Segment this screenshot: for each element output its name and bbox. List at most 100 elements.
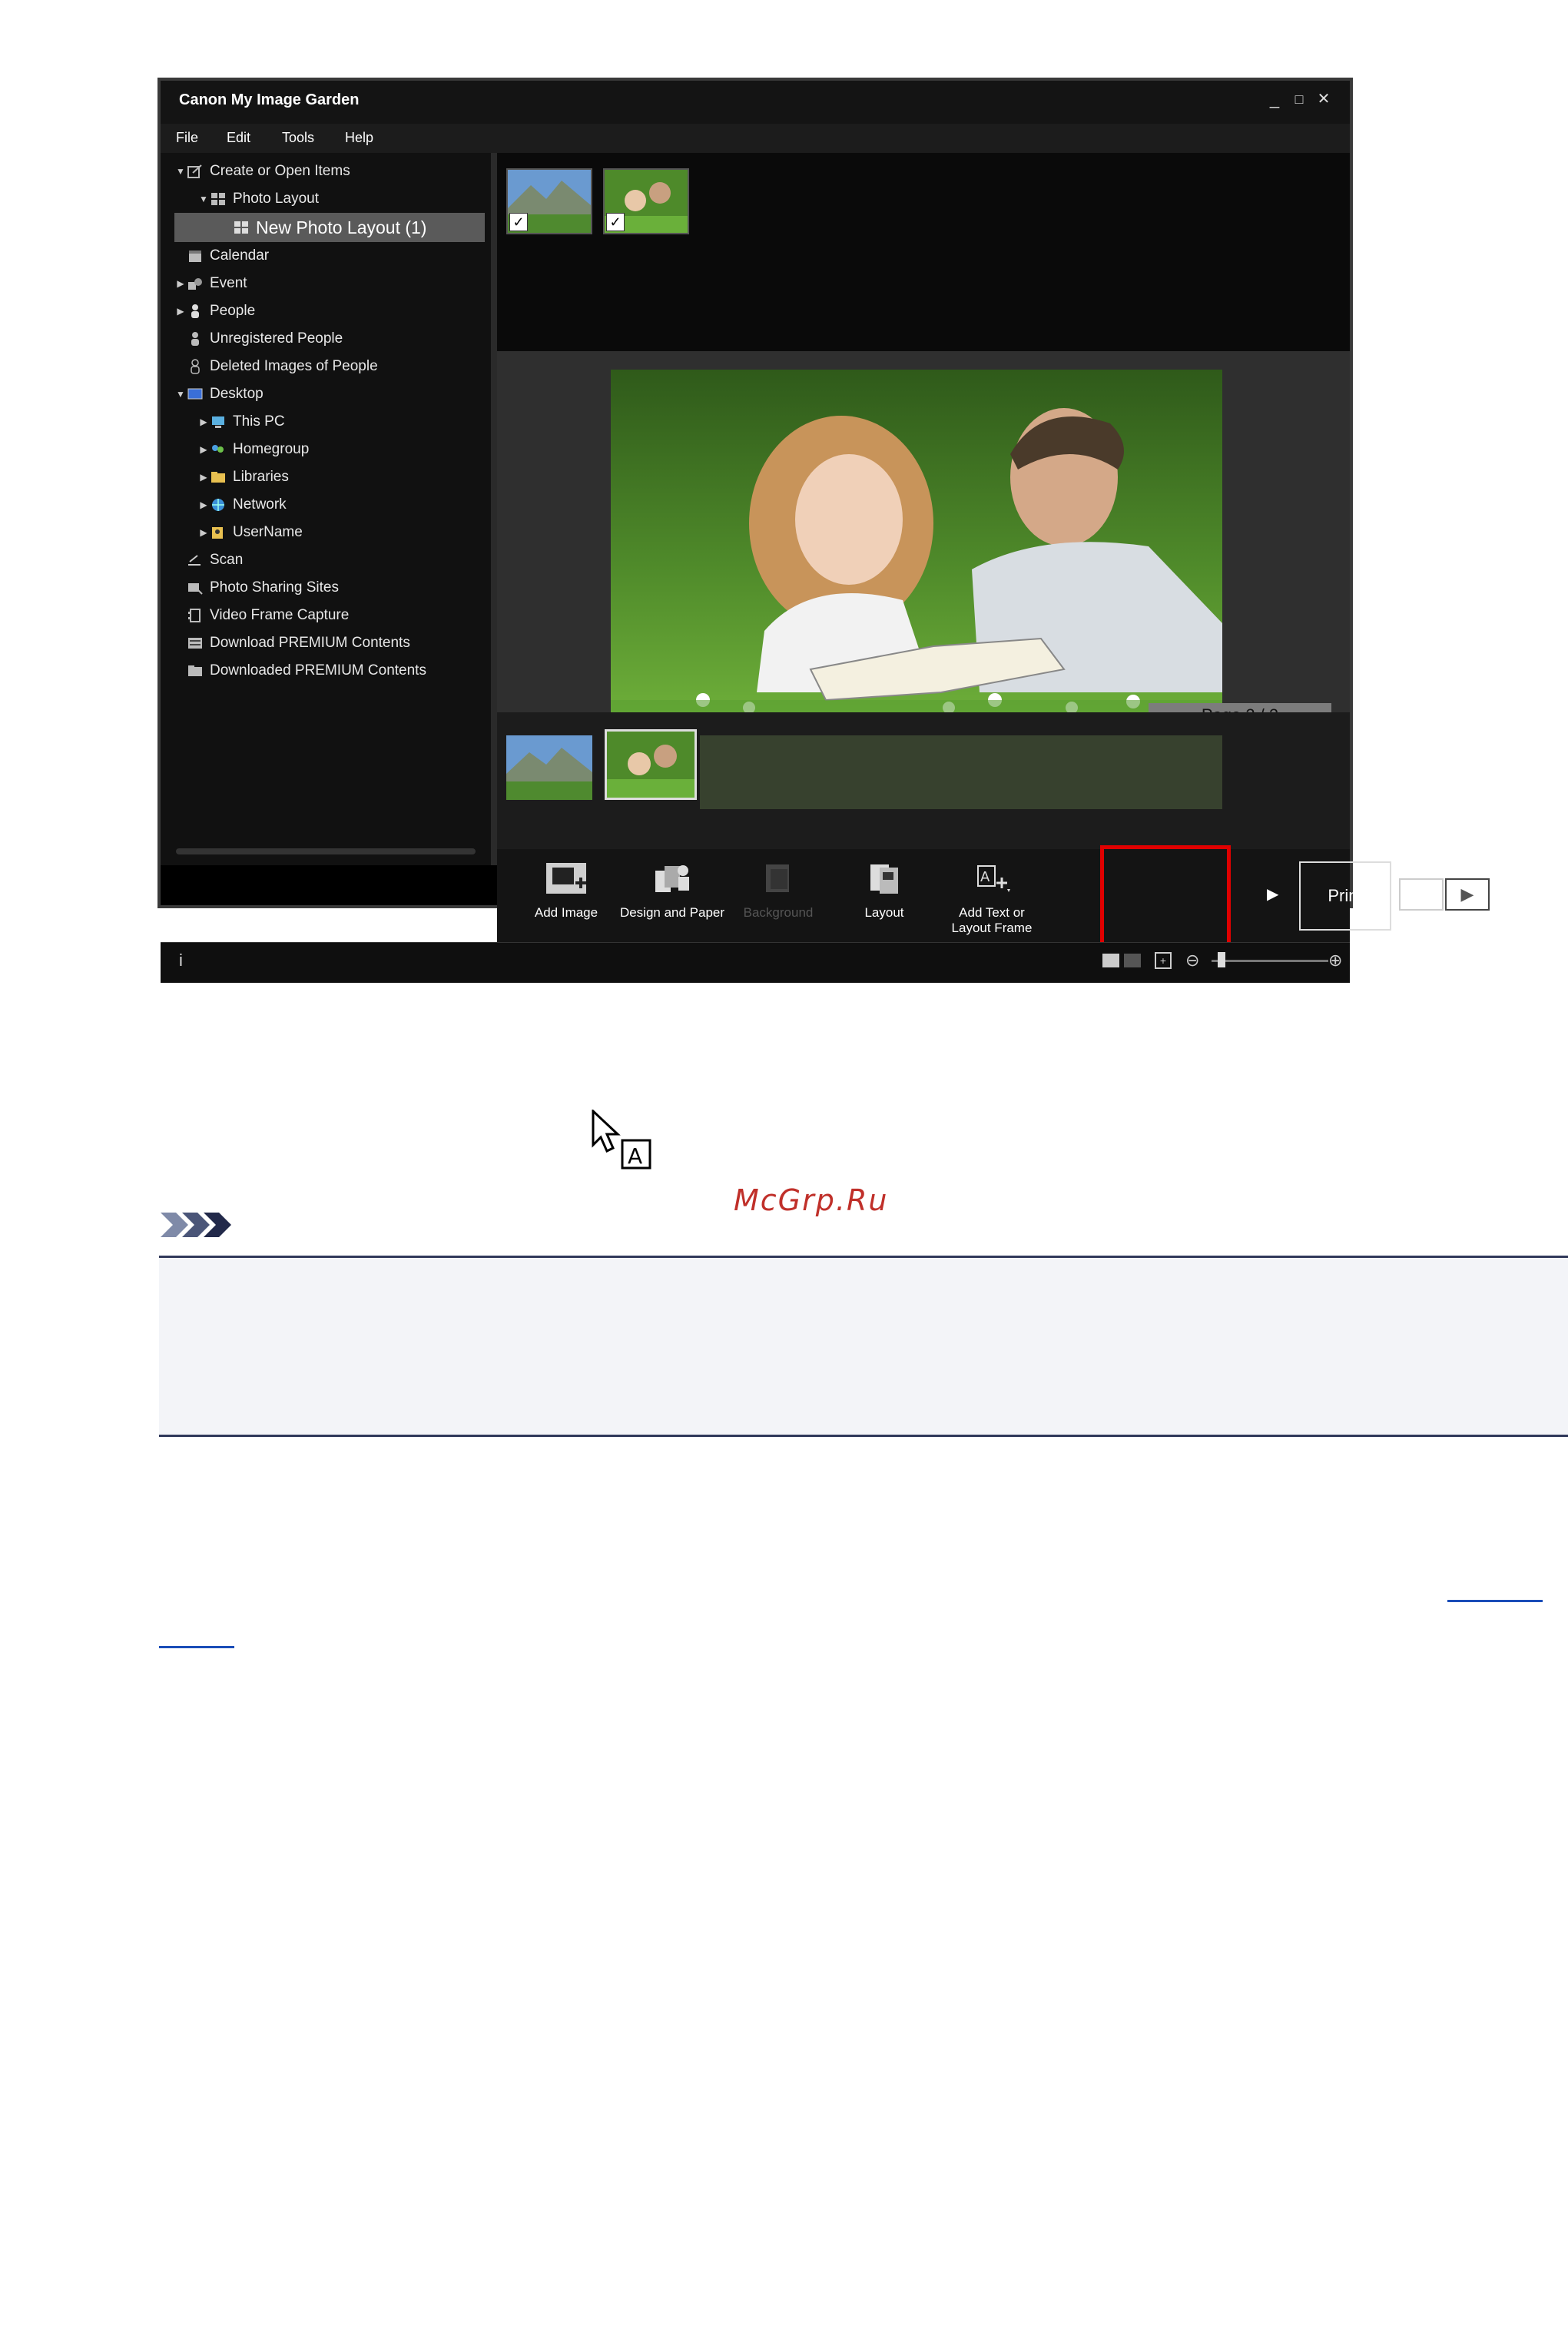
arrow-right-icon: ▶ xyxy=(1460,884,1474,904)
sharing-icon xyxy=(188,583,203,595)
title-bar: Canon My Image Garden _ □ ✕ xyxy=(161,81,1350,124)
flower-background-strip xyxy=(700,735,1222,809)
sidebar-item-scan[interactable]: Scan xyxy=(174,546,491,574)
fit-view-icon[interactable]: + xyxy=(1155,952,1172,969)
desktop-icon xyxy=(187,388,203,400)
layout-label: Layout xyxy=(864,905,904,920)
sidebar-item-label: Calendar xyxy=(210,247,270,264)
thumbnail-page-2[interactable]: ✓ xyxy=(603,168,689,234)
thumbnail-page-1[interactable]: ✓ xyxy=(506,168,592,234)
person-outline-icon xyxy=(191,359,200,374)
sidebar-item-video-frame-capture[interactable]: Video Frame Capture xyxy=(174,602,491,629)
background-button[interactable]: Background xyxy=(724,860,832,944)
homegroup-icon xyxy=(212,445,224,453)
highlight-frame xyxy=(1100,845,1231,947)
expand-arrow-icon[interactable]: ▶ xyxy=(197,416,210,427)
menu-edit[interactable]: Edit xyxy=(227,130,250,146)
window-title: Canon My Image Garden xyxy=(179,91,360,108)
user-folder-icon xyxy=(212,527,223,539)
sidebar-item-libraries[interactable]: ▶ Libraries xyxy=(174,463,491,491)
toolbar-expand-arrow-icon[interactable]: ▶ xyxy=(1267,884,1278,904)
sidebar-item-calendar[interactable]: Calendar xyxy=(174,242,491,270)
status-bar: i + ⊖ ⊕ xyxy=(161,942,1350,983)
menu-file[interactable]: File xyxy=(176,130,198,146)
zoom-out-icon[interactable]: ⊖ xyxy=(1185,951,1199,971)
page-filmstrip xyxy=(497,712,1350,849)
layout-canvas: Page 2 / 2 xyxy=(497,351,1350,728)
layout-icon xyxy=(234,221,248,234)
sidebar-item-desktop[interactable]: ▼ Desktop xyxy=(174,380,491,408)
sidebar-item-new-photo-layout[interactable]: New Photo Layout (1) xyxy=(174,213,485,242)
sidebar-item-label: Photo Layout xyxy=(233,191,319,207)
expand-arrow-icon[interactable]: ▼ xyxy=(197,194,210,204)
info-icon[interactable]: i xyxy=(179,951,183,971)
sidebar-item-create-or-open[interactable]: ▼ Create or Open Items xyxy=(174,158,491,185)
folder-icon xyxy=(211,472,225,483)
design-and-paper-button[interactable]: Design and Paper xyxy=(618,860,726,944)
sidebar-item-homegroup[interactable]: ▶ Homegroup xyxy=(174,436,491,463)
sidebar-scrollbar[interactable] xyxy=(176,848,476,854)
filmstrip-page-2-selected[interactable] xyxy=(605,729,697,800)
print-button[interactable]: Print xyxy=(1299,861,1391,931)
sidebar-item-people[interactable]: ▶ People xyxy=(174,297,491,325)
menu-bar: File Edit Tools Help xyxy=(161,124,1350,153)
design-and-paper-label: Design and Paper xyxy=(619,905,725,920)
note-box xyxy=(159,1256,1568,1437)
sidebar-item-username[interactable]: ▶ UserName xyxy=(174,519,491,546)
sidebar-item-this-pc[interactable]: ▶ This PC xyxy=(174,408,491,436)
layout-button[interactable]: Layout xyxy=(830,860,938,944)
sidebar-item-event[interactable]: ▶ Event xyxy=(174,270,491,297)
layout-icon xyxy=(870,864,898,894)
expand-arrow-icon[interactable]: ▶ xyxy=(174,306,187,317)
view-mode-icon[interactable] xyxy=(1102,954,1119,967)
checkbox-checked-icon[interactable]: ✓ xyxy=(606,213,625,231)
menu-tools[interactable]: Tools xyxy=(282,130,314,146)
sidebar-item-photo-layout[interactable]: ▼ Photo Layout xyxy=(174,185,491,213)
sidebar-item-label: People xyxy=(210,303,256,319)
maximize-button[interactable]: □ xyxy=(1290,90,1308,108)
add-image-label: Add Image xyxy=(534,905,598,920)
link-underline[interactable] xyxy=(1447,1600,1543,1602)
expand-arrow-icon[interactable]: ▶ xyxy=(197,444,210,455)
zoom-slider[interactable] xyxy=(1212,960,1328,962)
sidebar-item-unregistered-people[interactable]: Unregistered People xyxy=(174,325,491,353)
sidebar-item-deleted-images[interactable]: Deleted Images of People xyxy=(174,353,491,380)
previous-page-button[interactable]: ◀ xyxy=(1399,878,1444,911)
minimize-button[interactable]: _ xyxy=(1265,90,1284,108)
add-image-button[interactable]: Add Image xyxy=(512,860,620,944)
sidebar-item-label: Download PREMIUM Contents xyxy=(210,635,410,651)
folder-icon xyxy=(188,665,202,676)
sidebar-item-photo-sharing[interactable]: Photo Sharing Sites xyxy=(174,574,491,602)
add-text-or-layout-frame-label: Add Text or Layout Frame xyxy=(951,905,1033,935)
link-underline-continued[interactable] xyxy=(159,1646,234,1648)
note-arrows-icon xyxy=(161,1213,231,1237)
next-page-button[interactable]: ▶ xyxy=(1445,878,1490,911)
zoom-in-icon[interactable]: ⊕ xyxy=(1328,951,1342,971)
layout-photo[interactable] xyxy=(611,370,1222,723)
zoom-slider-thumb[interactable] xyxy=(1218,952,1225,967)
expand-arrow-icon[interactable]: ▶ xyxy=(197,472,210,483)
expand-arrow-icon[interactable]: ▶ xyxy=(197,527,210,538)
svg-text:A: A xyxy=(628,1143,642,1169)
expand-arrow-icon[interactable]: ▶ xyxy=(174,278,187,289)
background-label: Background xyxy=(743,905,814,920)
pane-splitter[interactable] xyxy=(491,153,497,865)
sidebar-item-downloaded-premium[interactable]: Downloaded PREMIUM Contents xyxy=(174,657,491,685)
expand-arrow-icon[interactable]: ▼ xyxy=(174,166,187,177)
filmstrip-page-1[interactable] xyxy=(506,735,592,800)
expand-arrow-icon[interactable]: ▶ xyxy=(197,499,210,510)
add-text-or-layout-frame-button[interactable]: A Add Text or Layout Frame xyxy=(938,860,1046,944)
checkbox-checked-icon[interactable]: ✓ xyxy=(509,213,528,231)
sidebar-item-download-premium[interactable]: Download PREMIUM Contents xyxy=(174,629,491,657)
expand-arrow-icon[interactable]: ▼ xyxy=(174,389,187,400)
close-button[interactable]: ✕ xyxy=(1314,90,1333,108)
sidebar-item-network[interactable]: ▶ Network xyxy=(174,491,491,519)
pc-icon xyxy=(212,416,224,428)
sidebar-item-label: Downloaded PREMIUM Contents xyxy=(210,662,426,679)
sidebar-item-label: Libraries xyxy=(233,469,289,485)
family-photo-thumbnail xyxy=(607,732,694,798)
view-mode-alt-icon[interactable] xyxy=(1124,954,1141,967)
sidebar-item-label: Homegroup xyxy=(233,441,310,457)
menu-help[interactable]: Help xyxy=(345,130,373,146)
video-icon xyxy=(188,609,201,622)
